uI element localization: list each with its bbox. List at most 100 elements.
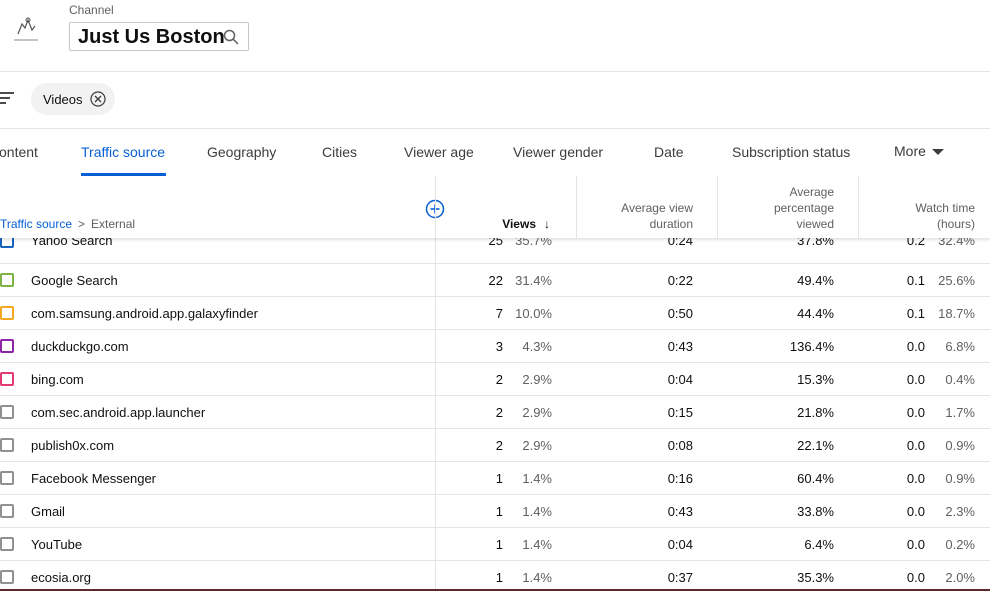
traffic-source-name[interactable]: ecosia.org <box>31 570 91 585</box>
filter-chip-label: Videos <box>43 92 83 107</box>
column-header-line: percentage <box>773 201 834 215</box>
tab-viewer-gender[interactable]: Viewer gender <box>513 144 603 160</box>
views-percent: 2.9% <box>522 405 552 420</box>
table-row[interactable]: com.sec.android.app.launcher 2 2.9% 0:15 21.… <box>0 396 990 429</box>
table-row[interactable]: Gmail 1 1.4% 0:43 33.8% 0.0 2.3% <box>0 495 990 528</box>
breadcrumb-current: External <box>91 217 136 231</box>
column-header-views[interactable]: Views ↓ <box>470 216 550 232</box>
table-row[interactable]: ecosia.org 1 1.4% 0:37 35.3% 0.0 2.0% <box>0 561 990 591</box>
column-header-line: Average view <box>621 201 693 215</box>
watch-time-value: 0.0 <box>906 339 925 354</box>
table-body: Yahoo Search 25 35.7% 0:24 37.8% 0.2 32.4% Goog… <box>0 238 990 591</box>
traffic-source-name[interactable]: com.sec.android.app.launcher <box>31 405 205 420</box>
report-tabs: ontent Traffic source Geography Cities V… <box>0 128 990 177</box>
series-toggle-checkbox[interactable] <box>0 537 14 551</box>
tab-viewer-age[interactable]: Viewer age <box>404 144 474 160</box>
series-toggle-checkbox[interactable] <box>0 570 14 584</box>
watch-time-value: 0.0 <box>906 570 925 585</box>
views-percent: 35.7% <box>515 238 552 248</box>
avg-view-duration-value: 0:15 <box>667 405 693 420</box>
column-header-avg-view-duration[interactable]: Average view duration <box>580 200 693 232</box>
breadcrumb-separator: > <box>78 217 86 231</box>
tab-more[interactable]: More <box>894 143 944 159</box>
series-toggle-checkbox[interactable] <box>0 471 14 485</box>
table-row[interactable]: publish0x.com 2 2.9% 0:08 22.1% 0.0 0.9% <box>0 429 990 462</box>
table-row[interactable]: com.samsung.android.app.galaxyfinder 7 10.… <box>0 297 990 330</box>
views-percent: 2.9% <box>522 372 552 387</box>
avg-pct-viewed-value: 35.3% <box>797 570 834 585</box>
column-header-watch-time[interactable]: Watch time (hours) <box>862 200 975 232</box>
table-row[interactable]: Yahoo Search 25 35.7% 0:24 37.8% 0.2 32.4% <box>0 238 990 264</box>
series-toggle-checkbox[interactable] <box>0 238 14 248</box>
table-row[interactable]: YouTube 1 1.4% 0:04 6.4% 0.0 0.2% <box>0 528 990 561</box>
watch-time-value: 0.0 <box>906 537 925 552</box>
tab-date[interactable]: Date <box>654 144 684 160</box>
traffic-source-name[interactable]: Facebook Messenger <box>31 471 156 486</box>
avg-view-duration-value: 0:16 <box>667 471 693 486</box>
filter-chip-videos[interactable]: Videos <box>31 83 115 115</box>
views-percent: 31.4% <box>515 273 552 288</box>
filter-bar: Videos <box>0 71 990 129</box>
series-toggle-checkbox[interactable] <box>0 339 14 353</box>
traffic-source-name[interactable]: bing.com <box>31 372 84 387</box>
tab-more-label: More <box>894 143 926 159</box>
filter-icon[interactable] <box>0 90 14 106</box>
views-value: 1 <box>495 471 503 486</box>
channel-selector[interactable]: Just Us Boston <box>69 22 249 51</box>
avg-view-duration-value: 0:04 <box>667 537 693 552</box>
tab-content[interactable]: ontent <box>0 144 38 160</box>
views-value: 3 <box>495 339 503 354</box>
views-value: 22 <box>488 273 503 288</box>
table-row[interactable]: Facebook Messenger 1 1.4% 0:16 60.4% 0.0 0.9% <box>0 462 990 495</box>
traffic-source-name[interactable]: Gmail <box>31 504 65 519</box>
tab-cities[interactable]: Cities <box>322 144 357 160</box>
tab-geography[interactable]: Geography <box>207 144 276 160</box>
avg-view-duration-value: 0:08 <box>667 438 693 453</box>
table-row[interactable]: duckduckgo.com 3 4.3% 0:43 136.4% 0.0 6.8% <box>0 330 990 363</box>
channel-name[interactable]: Just Us Boston <box>78 26 225 49</box>
close-circle-icon[interactable] <box>90 91 106 107</box>
series-toggle-checkbox[interactable] <box>0 438 14 452</box>
avg-pct-viewed-value: 33.8% <box>797 504 834 519</box>
column-header-avg-pct-viewed[interactable]: Average percentage viewed <box>720 184 834 232</box>
table-row[interactable]: Google Search 22 31.4% 0:22 49.4% 0.1 25.6% <box>0 264 990 297</box>
column-divider <box>717 176 718 238</box>
tab-traffic-source[interactable]: Traffic source <box>81 144 165 160</box>
traffic-source-name[interactable]: publish0x.com <box>31 438 114 453</box>
traffic-source-name[interactable]: YouTube <box>31 537 82 552</box>
watch-time-value: 0.2 <box>906 238 925 248</box>
traffic-source-name[interactable]: Google Search <box>31 273 118 288</box>
series-toggle-checkbox[interactable] <box>0 504 14 518</box>
watch-time-percent: 25.6% <box>938 273 975 288</box>
avg-view-duration-value: 0:50 <box>667 306 693 321</box>
traffic-source-name[interactable]: com.samsung.android.app.galaxyfinder <box>31 306 258 321</box>
avg-pct-viewed-value: 15.3% <box>797 372 834 387</box>
avg-view-duration-value: 0:37 <box>667 570 693 585</box>
watch-time-percent: 18.7% <box>938 306 975 321</box>
watch-time-value: 0.0 <box>906 438 925 453</box>
search-icon[interactable] <box>223 29 239 45</box>
channel-logo-icon[interactable] <box>10 12 42 44</box>
watch-time-percent: 1.7% <box>945 405 975 420</box>
views-percent: 1.4% <box>522 504 552 519</box>
caret-down-icon <box>931 149 944 156</box>
table-row[interactable]: bing.com 2 2.9% 0:04 15.3% 0.0 0.4% <box>0 363 990 396</box>
watch-time-percent: 0.2% <box>945 537 975 552</box>
column-divider <box>576 176 577 238</box>
series-toggle-checkbox[interactable] <box>0 405 14 419</box>
breadcrumb-root-link[interactable]: Traffic source <box>0 217 72 231</box>
views-percent: 10.0% <box>515 306 552 321</box>
watch-time-value: 0.1 <box>906 273 925 288</box>
traffic-source-name[interactable]: duckduckgo.com <box>31 339 129 354</box>
avg-pct-viewed-value: 6.4% <box>804 537 834 552</box>
traffic-source-name[interactable]: Yahoo Search <box>31 238 112 248</box>
avg-pct-viewed-value: 44.4% <box>797 306 834 321</box>
series-toggle-checkbox[interactable] <box>0 273 14 287</box>
series-toggle-checkbox[interactable] <box>0 372 14 386</box>
watch-time-value: 0.0 <box>906 405 925 420</box>
watch-time-value: 0.0 <box>906 504 925 519</box>
tab-subscription-status[interactable]: Subscription status <box>732 144 850 160</box>
arrow-down-icon[interactable]: ↓ <box>544 216 550 232</box>
series-toggle-checkbox[interactable] <box>0 306 14 320</box>
watch-time-percent: 2.3% <box>945 504 975 519</box>
